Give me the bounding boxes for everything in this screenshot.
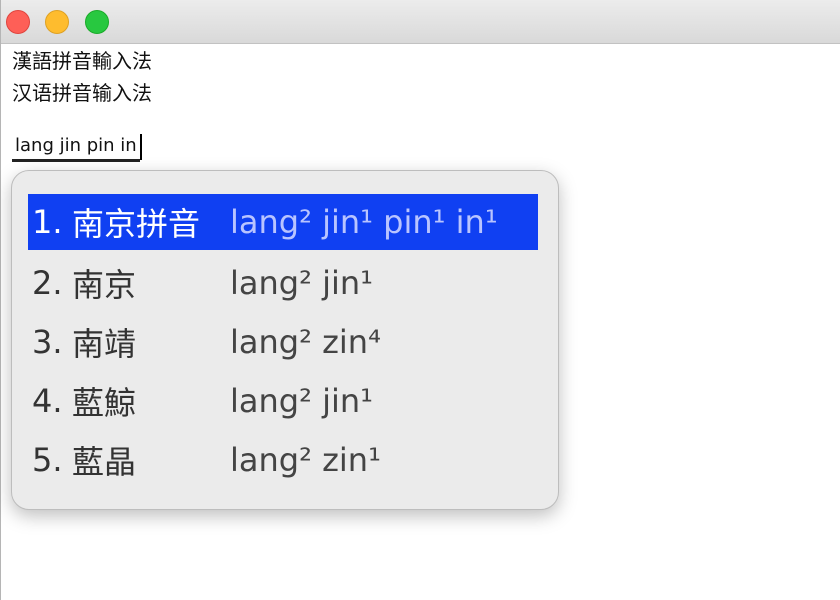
candidate-index: 2. bbox=[32, 264, 63, 302]
candidate-item-1[interactable]: 1. 南京拼音 lang² jin¹ pin¹ in¹ bbox=[28, 194, 538, 250]
candidate-index: 4. bbox=[32, 382, 63, 420]
candidate-reading: lang² jin¹ bbox=[230, 382, 373, 420]
candidate-index: 1. bbox=[32, 203, 63, 241]
text-line-traditional: 漢語拼音輸入法 bbox=[12, 49, 152, 73]
candidate-word: 南京 bbox=[72, 266, 137, 304]
ime-candidate-panel: 1. 南京拼音 lang² jin¹ pin¹ in¹ 2. 南京 lang² … bbox=[11, 170, 559, 510]
text-caret bbox=[140, 134, 142, 160]
candidate-word: 藍晶 bbox=[72, 443, 137, 481]
candidate-item-3[interactable]: 3. 南靖 lang² zin⁴ bbox=[28, 314, 538, 370]
candidate-item-5[interactable]: 5. 藍晶 lang² zin¹ bbox=[28, 432, 538, 488]
candidate-index: 5. bbox=[32, 441, 63, 479]
text-line-simplified: 汉语拼音输入法 bbox=[12, 81, 152, 105]
title-bar[interactable] bbox=[1, 0, 840, 44]
candidate-reading: lang² zin⁴ bbox=[230, 323, 381, 361]
candidate-item-2[interactable]: 2. 南京 lang² jin¹ bbox=[28, 255, 538, 311]
candidate-item-4[interactable]: 4. 藍鯨 lang² jin¹ bbox=[28, 373, 538, 429]
input-composition-text[interactable]: lang jin pin in bbox=[12, 133, 140, 162]
candidate-reading: lang² jin¹ bbox=[230, 264, 373, 302]
zoom-window-button[interactable] bbox=[85, 10, 109, 34]
close-window-button[interactable] bbox=[6, 10, 30, 34]
candidate-word: 南靖 bbox=[72, 325, 137, 363]
app-window: 漢語拼音輸入法 汉语拼音输入法 lang jin pin in 1. 南京拼音 … bbox=[0, 0, 840, 600]
candidate-index: 3. bbox=[32, 323, 63, 361]
candidate-word: 南京拼音 bbox=[72, 205, 201, 243]
candidate-reading: lang² zin¹ bbox=[230, 441, 381, 479]
candidate-word: 藍鯨 bbox=[72, 384, 137, 422]
candidate-reading: lang² jin¹ pin¹ in¹ bbox=[230, 203, 498, 241]
minimize-window-button[interactable] bbox=[45, 10, 69, 34]
